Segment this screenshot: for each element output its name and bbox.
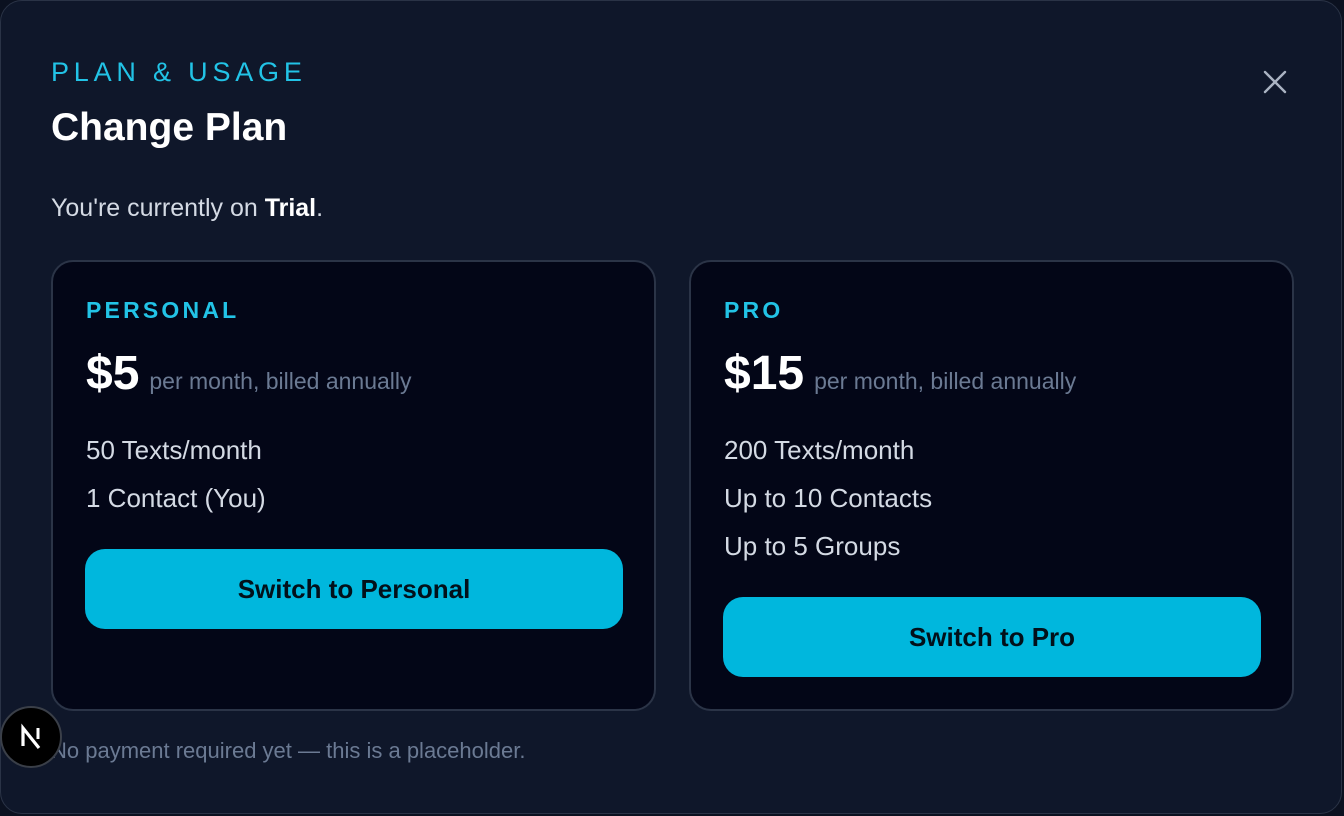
plan-price: $15 [724, 347, 805, 400]
price-row: $15 per month, billed annually [724, 346, 1076, 402]
plan-name: PRO [724, 297, 784, 323]
plan-feature: 1 Contact (You) [86, 483, 266, 513]
price-row: $5 per month, billed annually [86, 346, 412, 402]
current-plan-text: You're currently on Trial. [51, 193, 323, 223]
billing-period: per month, billed annually [149, 368, 412, 394]
plan-feature: 50 Texts/month [86, 435, 262, 465]
nextjs-dev-badge[interactable] [0, 706, 62, 768]
current-plan-suffix: . [316, 194, 324, 222]
modal-title: Change Plan [51, 106, 288, 149]
plan-price: $5 [86, 347, 140, 400]
plan-feature: 200 Texts/month [724, 435, 915, 465]
current-plan-name: Trial [264, 194, 317, 222]
modal-eyebrow: PLAN & USAGE [51, 57, 307, 87]
payment-footnote: No payment required yet — this is a plac… [51, 738, 526, 763]
plan-name: PERSONAL [86, 297, 240, 323]
plan-feature: Up to 10 Contacts [724, 483, 933, 513]
nextjs-logo-icon [21, 723, 41, 749]
plan-card-personal: PERSONAL $5 per month, billed annually 50… [51, 260, 656, 711]
switch-to-personal-button[interactable]: Switch to Personal [85, 549, 623, 629]
change-plan-modal: PLAN & USAGE Change Plan You're currentl… [0, 0, 1342, 814]
current-plan-prefix: You're currently on [51, 194, 265, 222]
switch-to-pro-button[interactable]: Switch to Pro [723, 597, 1261, 677]
close-button[interactable] [1255, 62, 1295, 102]
billing-period: per month, billed annually [814, 368, 1077, 394]
plan-card-pro: PRO $15 per month, billed annually 200 Te… [689, 260, 1294, 711]
plan-feature: Up to 5 Groups [724, 531, 901, 561]
close-icon [1263, 70, 1287, 94]
